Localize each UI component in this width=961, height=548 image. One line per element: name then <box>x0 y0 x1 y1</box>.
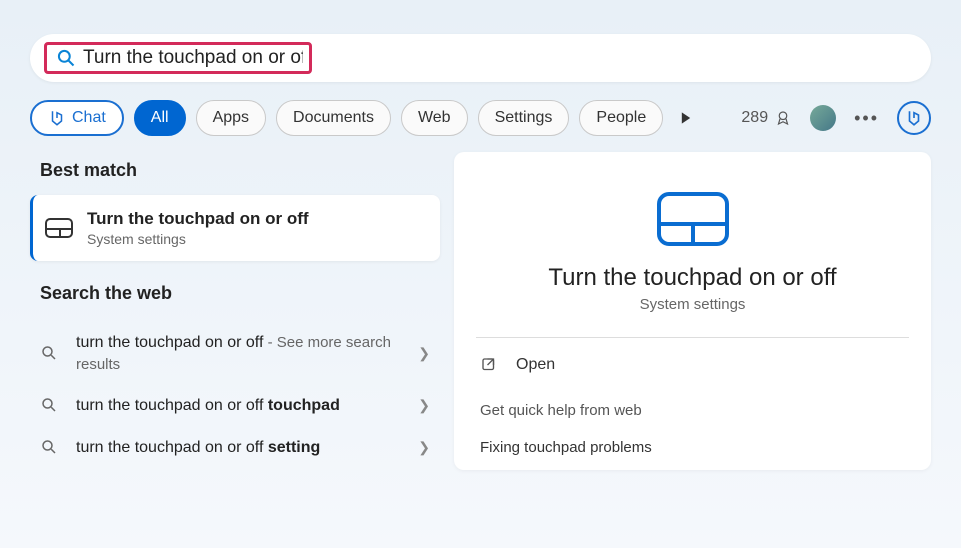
details-title: Turn the touchpad on or off <box>548 264 836 292</box>
search-input[interactable] <box>83 47 303 69</box>
search-icon <box>40 438 60 458</box>
search-bar-row <box>0 0 961 82</box>
touchpad-icon <box>45 218 73 238</box>
filter-people[interactable]: People <box>579 100 663 136</box>
best-match-subtitle: System settings <box>87 231 309 247</box>
best-match-text: Turn the touchpad on or off System setti… <box>87 209 309 247</box>
best-match-title: Turn the touchpad on or off <box>87 209 309 229</box>
search-icon <box>55 47 77 69</box>
touchpad-icon <box>657 192 729 246</box>
details-subtitle: System settings <box>640 296 746 313</box>
details-hero: Turn the touchpad on or off System setti… <box>474 178 911 337</box>
points-value: 289 <box>741 109 768 127</box>
rewards-points[interactable]: 289 <box>741 109 792 127</box>
open-label: Open <box>516 356 555 374</box>
content-area: Best match Turn the touchpad on or off S… <box>0 136 961 470</box>
more-options-icon[interactable]: ••• <box>854 108 879 129</box>
open-action[interactable]: Open <box>474 338 911 392</box>
filter-settings[interactable]: Settings <box>478 100 570 136</box>
header-right-group: 289 ••• <box>741 101 931 135</box>
chevron-right-icon: ❯ <box>418 397 430 414</box>
open-external-icon <box>480 356 498 374</box>
web-result-item[interactable]: turn the touchpad on or off - See more s… <box>30 322 440 385</box>
web-result-item[interactable]: turn the touchpad on or off touchpad ❯ <box>30 385 440 427</box>
web-result-text: turn the touchpad on or off setting <box>76 437 418 459</box>
chat-button[interactable]: Chat <box>30 100 124 136</box>
chevron-right-icon: ❯ <box>418 439 430 456</box>
results-left-panel: Best match Turn the touchpad on or off S… <box>30 152 440 470</box>
details-panel: Turn the touchpad on or off System setti… <box>454 152 931 470</box>
filter-web[interactable]: Web <box>401 100 468 136</box>
user-avatar[interactable] <box>810 105 836 131</box>
bing-chat-icon <box>48 109 66 127</box>
web-results-list: turn the touchpad on or off - See more s… <box>30 318 440 468</box>
filter-apps[interactable]: Apps <box>196 100 266 136</box>
best-match-result[interactable]: Turn the touchpad on or off System setti… <box>30 195 440 261</box>
search-highlight-box <box>44 42 312 74</box>
web-result-text: turn the touchpad on or off touchpad <box>76 395 418 417</box>
best-match-heading: Best match <box>30 152 440 195</box>
web-result-text: turn the touchpad on or off - See more s… <box>76 332 418 375</box>
search-web-heading: Search the web <box>30 261 440 318</box>
rewards-medal-icon <box>774 109 792 127</box>
web-result-item[interactable]: turn the touchpad on or off setting ❯ <box>30 427 440 469</box>
help-heading: Get quick help from web <box>474 392 911 439</box>
search-icon <box>40 344 60 364</box>
chevron-right-icon: ❯ <box>418 345 430 362</box>
filter-more-icon[interactable] <box>679 111 693 125</box>
filter-row: Chat All Apps Documents Web Settings Peo… <box>0 82 961 136</box>
search-bar[interactable] <box>30 34 931 82</box>
chat-label: Chat <box>72 109 106 127</box>
bing-icon <box>905 109 923 127</box>
search-icon <box>40 396 60 416</box>
filter-documents[interactable]: Documents <box>276 100 391 136</box>
bing-button[interactable] <box>897 101 931 135</box>
filter-all[interactable]: All <box>134 100 186 136</box>
help-link[interactable]: Fixing touchpad problems <box>474 439 911 470</box>
